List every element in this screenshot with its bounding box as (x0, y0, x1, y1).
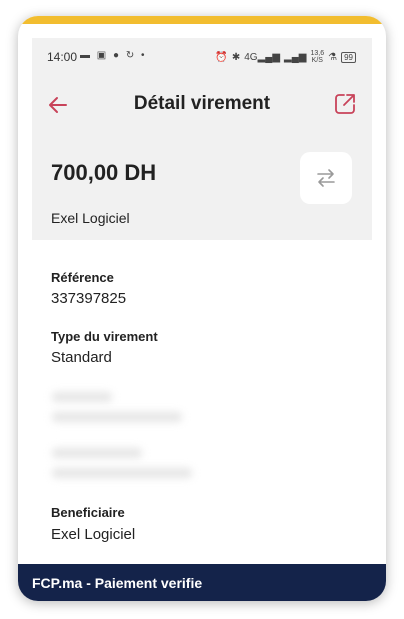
status-time: 14:00 (47, 50, 78, 64)
reference-value: 337397825 (51, 290, 127, 307)
reference-label: Référence (51, 270, 114, 285)
speed-icon: 13,6 K/S (310, 50, 325, 64)
image-icon: ▣ (96, 50, 109, 61)
footer-banner: FCP.ma - Paiement verifie (18, 564, 386, 601)
transfer-arrows-icon (317, 169, 335, 187)
top-app-bar: Détail virement (32, 88, 372, 122)
redacted-line (52, 412, 182, 422)
signal-icon: ▂▄▆ (284, 51, 307, 63)
share-button[interactable] (333, 92, 357, 116)
transfer-amount: 700,00 DH (51, 160, 157, 185)
system-icons: ⏰ ✱ 4G▂▄▆ ▂▄▆ 13,6 K/S ⚗ 99 (215, 50, 356, 64)
redacted-line (52, 448, 142, 458)
transfer-type-label: Type du virement (51, 329, 158, 344)
footer-text: FCP.ma - Paiement verifie (32, 574, 203, 591)
beneficiary-label: Beneficiaire (51, 505, 125, 520)
transfer-type-badge (300, 152, 352, 204)
status-bar: 14:00 ▬ ▣ ● ↻ • ⏰ ✱ 4G▂▄▆ ▂▄▆ 13,6 K/S ⚗ … (32, 38, 372, 74)
lab-icon: ⚗ (328, 51, 338, 63)
message-icon: ▬ (80, 50, 92, 61)
refresh-icon: ↻ (125, 50, 137, 61)
screenshot-card: 14:00 ▬ ▣ ● ↻ • ⏰ ✱ 4G▂▄▆ ▂▄▆ 13,6 K/S ⚗ … (18, 16, 386, 601)
dot-icon: • (141, 50, 147, 61)
transfer-type-value: Standard (51, 349, 112, 366)
facebook-icon: ● (113, 50, 122, 61)
bluetooth-icon: ✱ (231, 51, 241, 63)
battery-icon: 99 (341, 51, 356, 63)
phone-screen: 14:00 ▬ ▣ ● ↻ • ⏰ ✱ 4G▂▄▆ ▂▄▆ 13,6 K/S ⚗ … (32, 38, 372, 568)
notification-icons: ▬ ▣ ● ↻ • (80, 50, 147, 61)
beneficiary-value: Exel Logiciel (51, 526, 136, 543)
page-title: Détail virement (133, 93, 271, 114)
share-external-icon (335, 94, 355, 114)
accent-bar (18, 16, 386, 24)
signal-4g-icon: 4G▂▄▆ (244, 51, 281, 63)
alarm-icon: ⏰ (215, 51, 228, 63)
account-name: Exel Logiciel (51, 210, 130, 226)
redacted-line (52, 392, 112, 402)
redacted-line (52, 468, 192, 478)
redacted-details (32, 378, 212, 508)
